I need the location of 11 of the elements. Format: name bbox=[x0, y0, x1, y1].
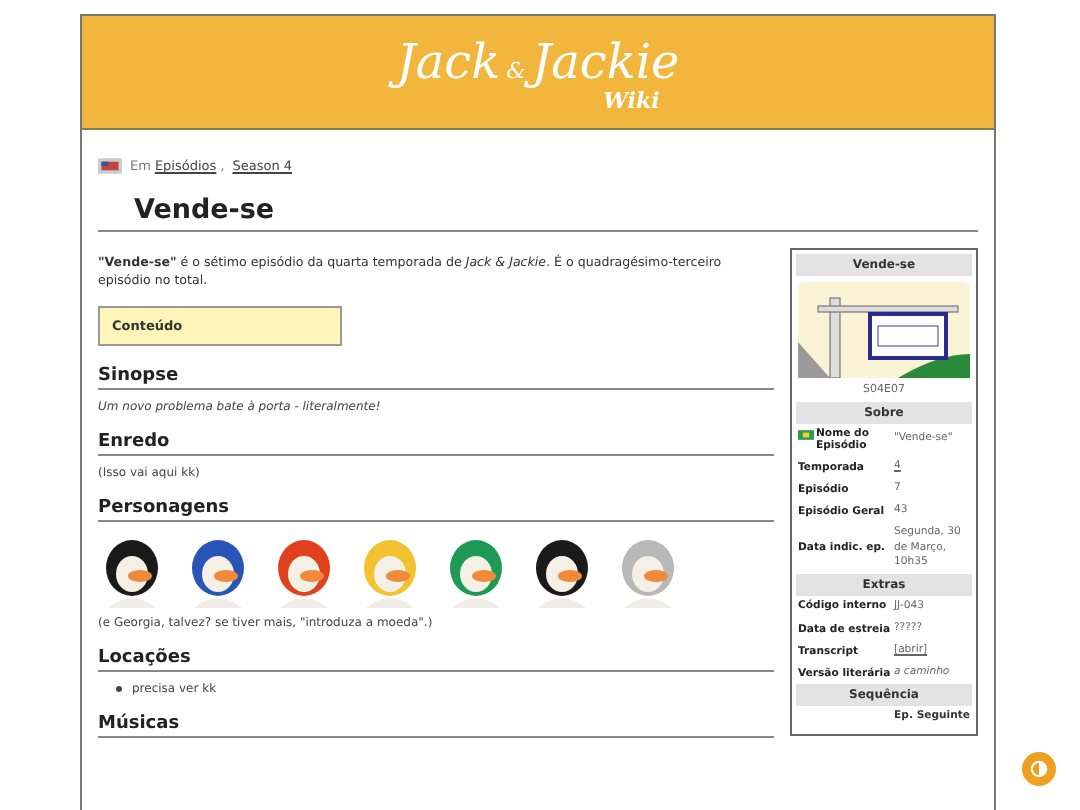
flag-icon bbox=[98, 158, 122, 174]
theme-toggle-button[interactable] bbox=[1022, 752, 1056, 786]
section-heading: Enredo bbox=[98, 432, 774, 457]
section-heading: Músicas bbox=[98, 714, 774, 739]
section-heading: Sinopse bbox=[98, 366, 774, 391]
bullet-icon bbox=[116, 686, 122, 693]
page-title: Vende-se bbox=[98, 194, 978, 232]
flag-icon bbox=[798, 430, 814, 440]
section-heading: Locações bbox=[98, 648, 774, 673]
section-heading: Personagens bbox=[98, 498, 774, 523]
half-moon-icon bbox=[1030, 760, 1048, 778]
